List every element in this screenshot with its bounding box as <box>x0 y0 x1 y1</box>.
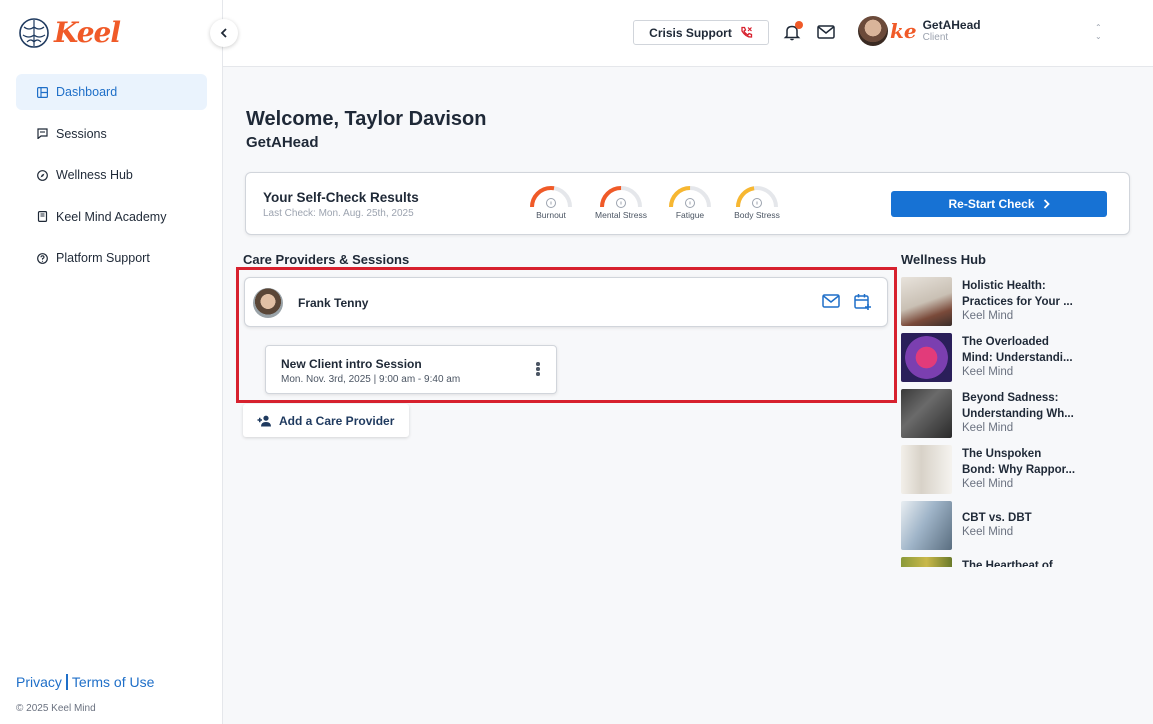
self-check-title: Your Self-Check Results <box>263 190 419 205</box>
copyright: © 2025 Keel Mind <box>16 703 96 714</box>
article-title: The Unspoken Bond: Why Rappor... <box>962 448 1076 476</box>
page-title: Welcome, Taylor Davison <box>246 108 487 130</box>
article-title: The Overloaded Mind: Understandi... <box>962 336 1073 364</box>
care-providers-title: Care Providers & Sessions <box>243 252 410 267</box>
article-item[interactable]: Holistic Health: Practices for Your ... K… <box>901 277 1091 327</box>
org-logo: ke <box>890 19 917 43</box>
article-source: Keel Mind <box>962 526 1014 538</box>
article-title: CBT vs. DBT <box>962 512 1032 524</box>
gauge-fatigue[interactable]: Fatigue <box>660 183 720 220</box>
article-title: Beyond Sadness: Understanding Wh... <box>962 392 1074 420</box>
last-check-date: Last Check: Mon. Aug. 25th, 2025 <box>263 208 414 219</box>
more-vertical-icon[interactable] <box>536 362 542 377</box>
sidebar: Keel Dashboard Sessions Wellness Hub Kee… <box>0 0 223 724</box>
crisis-support-label: Crisis Support <box>649 25 732 40</box>
article-item[interactable]: The Unspoken Bond: Why Rappor... Keel Min… <box>901 445 1091 495</box>
chevron-right-icon <box>1043 199 1050 209</box>
user-info: GetAHead Client <box>922 18 981 44</box>
chevron-left-icon <box>220 28 227 38</box>
article-title: Holistic Health: Practices for Your ... <box>962 280 1073 308</box>
notification-dot <box>795 21 803 29</box>
article-thumbnail <box>901 277 952 326</box>
article-source: Keel Mind <box>962 478 1014 490</box>
gauge-icon <box>530 186 572 208</box>
sidebar-item-label: Sessions <box>56 126 107 141</box>
gauge-label: Burnout <box>536 210 566 220</box>
chevron-updown-icon[interactable]: ⌃ ⌄ <box>1095 23 1102 41</box>
article-item[interactable]: CBT vs. DBT Keel Mind <box>901 501 1091 551</box>
calendar-add-icon[interactable] <box>854 293 872 311</box>
gauge-label: Mental Stress <box>595 210 647 220</box>
divider <box>65 674 68 690</box>
restart-check-button[interactable]: Re-Start Check <box>891 191 1107 217</box>
session-card[interactable]: New Client intro Session Mon. Nov. 3rd, … <box>265 345 557 394</box>
article-source: Keel Mind <box>962 310 1014 322</box>
provider-card[interactable]: Frank Tenny <box>244 277 888 327</box>
collapse-sidebar-button[interactable] <box>210 19 238 47</box>
sidebar-item-dashboard[interactable]: Dashboard <box>16 74 207 110</box>
crisis-support-button[interactable]: Crisis Support <box>633 20 769 45</box>
session-date: Mon. Nov. 3rd, 2025 | 9:00 am - 9:40 am <box>281 374 461 385</box>
user-name: GetAHead <box>922 18 981 32</box>
sidebar-item-label: Dashboard <box>56 85 118 99</box>
restart-check-label: Re-Start Check <box>948 197 1035 211</box>
logo-text: Keel <box>54 16 121 49</box>
article-source: Keel Mind <box>962 422 1014 434</box>
footer-links: Privacy Terms of Use <box>16 674 154 690</box>
compass-icon <box>36 169 48 181</box>
help-icon <box>36 252 48 264</box>
gauge-burnout[interactable]: Burnout <box>521 183 581 220</box>
wellness-hub-list: Holistic Health: Practices for Your ... K… <box>901 277 1091 567</box>
sidebar-item-label: Platform Support <box>56 251 150 266</box>
sidebar-item-academy[interactable]: Keel Mind Academy <box>16 199 207 235</box>
org-name: GetAHead <box>246 134 319 151</box>
sidebar-nav: Dashboard Sessions Wellness Hub Keel Min… <box>16 74 207 282</box>
article-item[interactable]: The Overloaded Mind: Understandi... Keel … <box>901 333 1091 383</box>
keel-mind-logo[interactable]: Keel <box>18 16 121 49</box>
gauge-icon <box>669 186 711 208</box>
top-header: Crisis Support ke GetAHead Client ⌃ ⌄ <box>223 0 1153 67</box>
gauge-label: Body Stress <box>734 210 780 220</box>
user-role: Client <box>922 32 949 43</box>
avatar <box>858 16 888 46</box>
gauge-mental-stress[interactable]: Mental Stress <box>591 183 651 220</box>
mail-icon[interactable] <box>817 25 835 39</box>
self-check-card: Your Self-Check Results Last Check: Mon.… <box>245 172 1130 235</box>
article-source: Keel Mind <box>962 366 1014 378</box>
wellness-hub-title: Wellness Hub <box>901 252 987 267</box>
chat-icon <box>36 128 48 140</box>
gauge-icon <box>736 186 778 208</box>
sidebar-item-sessions[interactable]: Sessions <box>16 116 207 152</box>
add-user-icon <box>257 415 271 426</box>
layout-icon <box>36 86 48 98</box>
sidebar-item-label: Wellness Hub <box>56 168 133 183</box>
article-title: The Heartbeat of <box>962 560 1053 567</box>
article-thumbnail <box>901 333 952 382</box>
sidebar-item-platform-support[interactable]: Platform Support <box>16 240 207 276</box>
avatar <box>253 288 283 318</box>
brain-icon <box>19 17 49 48</box>
session-title: New Client intro Session <box>281 357 422 371</box>
book-icon <box>36 211 48 223</box>
sidebar-item-label: Keel Mind Academy <box>56 209 167 224</box>
provider-name: Frank Tenny <box>298 296 369 310</box>
mail-icon[interactable] <box>822 294 840 308</box>
article-item[interactable]: The Heartbeat of <box>901 557 1091 567</box>
user-menu[interactable]: ke GetAHead Client <box>858 16 981 46</box>
privacy-link[interactable]: Privacy <box>16 674 62 690</box>
terms-link[interactable]: Terms of Use <box>72 674 154 690</box>
article-thumbnail <box>901 501 952 550</box>
gauge-body-stress[interactable]: Body Stress <box>727 183 787 220</box>
article-thumbnail <box>901 557 952 567</box>
add-care-provider-label: Add a Care Provider <box>279 413 395 428</box>
article-thumbnail <box>901 389 952 438</box>
article-thumbnail <box>901 445 952 494</box>
add-care-provider-button[interactable]: Add a Care Provider <box>243 404 409 437</box>
phone-icon <box>741 26 752 38</box>
gauge-icon <box>600 186 642 208</box>
sidebar-item-wellness-hub[interactable]: Wellness Hub <box>16 157 207 193</box>
article-item[interactable]: Beyond Sadness: Understanding Wh... Keel … <box>901 389 1091 439</box>
gauge-label: Fatigue <box>675 210 705 220</box>
